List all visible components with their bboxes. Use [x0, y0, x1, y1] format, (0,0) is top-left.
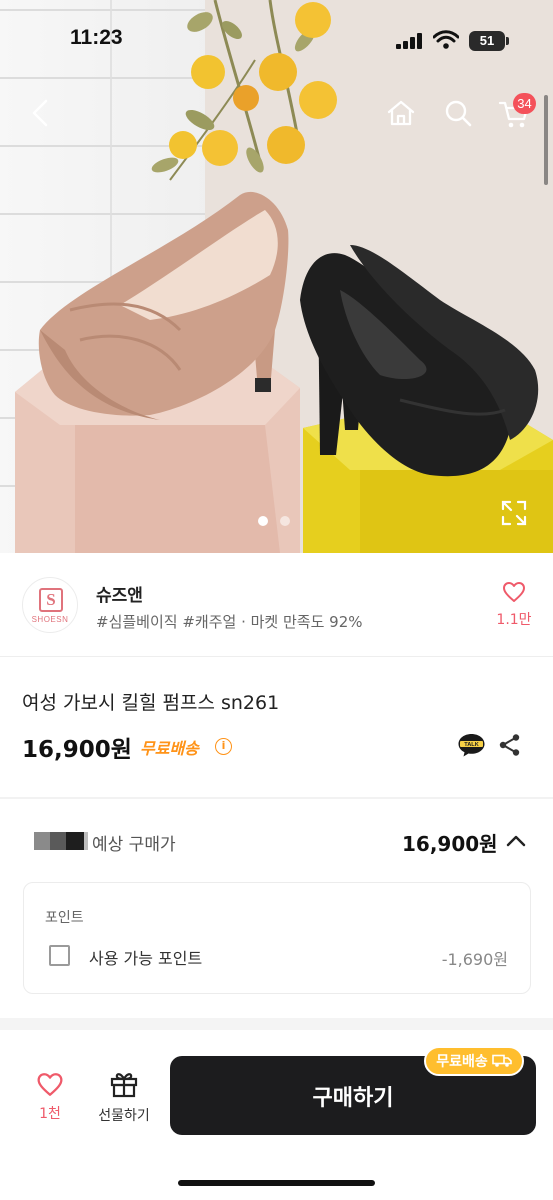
expected-price-row[interactable]: 예상 구매가 16,900원	[0, 800, 553, 880]
like-button[interactable]: 1천	[28, 1072, 72, 1123]
gallery-dot-1[interactable]	[258, 516, 268, 526]
expand-icon[interactable]	[500, 499, 528, 527]
seller-row[interactable]: S SHOESN 슈즈앤 #심플베이직 #캐주얼 · 마켓 만족도 92% 1.…	[0, 553, 553, 657]
like-count: 1천	[39, 1106, 61, 1122]
seller-logo-mark: S	[39, 588, 63, 612]
seller-logo[interactable]: S SHOESN	[22, 577, 78, 633]
status-bar: 11:23 51	[0, 0, 553, 80]
product-name: 여성 가보시 킬힐 펌프스 sn261	[22, 692, 280, 714]
heart-icon	[503, 582, 525, 602]
product-photo	[15, 0, 553, 553]
wifi-icon	[433, 30, 459, 49]
cart-count-badge: 34	[513, 93, 536, 114]
info-icon[interactable]: i	[215, 738, 232, 755]
seller-like-button[interactable]: 1.1만	[494, 581, 534, 629]
status-time: 11:23	[70, 26, 123, 49]
battery-icon: 51	[469, 31, 509, 51]
gift-icon	[110, 1073, 138, 1098]
seller-name[interactable]: 슈즈앤	[96, 581, 143, 606]
section-divider	[0, 797, 553, 799]
seller-like-count: 1.1만	[496, 612, 532, 628]
chevron-left-icon	[32, 99, 48, 127]
points-title: 포인트	[45, 910, 84, 926]
expected-price-label: 예상 구매가	[92, 835, 176, 855]
chevron-up-icon[interactable]	[505, 830, 527, 852]
section-separator	[0, 1018, 553, 1030]
share-icon[interactable]	[498, 733, 522, 757]
expected-price-value: 16,900원	[402, 832, 498, 856]
use-points-label[interactable]: 사용 가능 포인트	[89, 945, 202, 969]
cellular-signal-icon	[396, 33, 422, 49]
product-image-gallery[interactable]: 11:23 51 34	[0, 0, 553, 553]
redacted-label-image	[34, 832, 88, 850]
free-shipping-label: 무료배송	[140, 739, 199, 758]
truck-icon	[491, 1054, 512, 1067]
search-button[interactable]	[441, 96, 475, 130]
scrollbar[interactable]	[544, 95, 548, 185]
home-icon	[387, 100, 415, 126]
free-shipping-tag-label: 무료배송	[436, 1054, 488, 1070]
heart-icon	[37, 1073, 63, 1096]
back-button[interactable]	[22, 95, 58, 131]
kakao-talk-share-icon[interactable]: TALK	[457, 732, 486, 758]
home-indicator[interactable]	[178, 1180, 375, 1186]
points-panel: 포인트 사용 가능 포인트 -1,690원	[23, 882, 531, 994]
home-button[interactable]	[384, 96, 418, 130]
points-value: -1,690원	[441, 950, 508, 969]
gift-button[interactable]: 선물하기	[88, 1070, 160, 1125]
seller-logo-text: SHOESN	[31, 615, 69, 624]
product-price: 16,900원	[22, 737, 132, 763]
gallery-dot-2[interactable]	[280, 516, 290, 526]
use-points-checkbox[interactable]	[49, 945, 70, 966]
bottom-action-bar: 1천 선물하기 구매하기 무료배송	[0, 1030, 553, 1200]
gallery-pagination	[258, 516, 290, 526]
gift-label: 선물하기	[98, 1108, 150, 1124]
talk-icon-label: TALK	[464, 742, 479, 748]
seller-tags: #심플베이직 #캐주얼 · 마켓 만족도 92%	[96, 613, 363, 631]
search-icon	[445, 100, 472, 127]
free-shipping-tag: 무료배송	[424, 1046, 524, 1076]
